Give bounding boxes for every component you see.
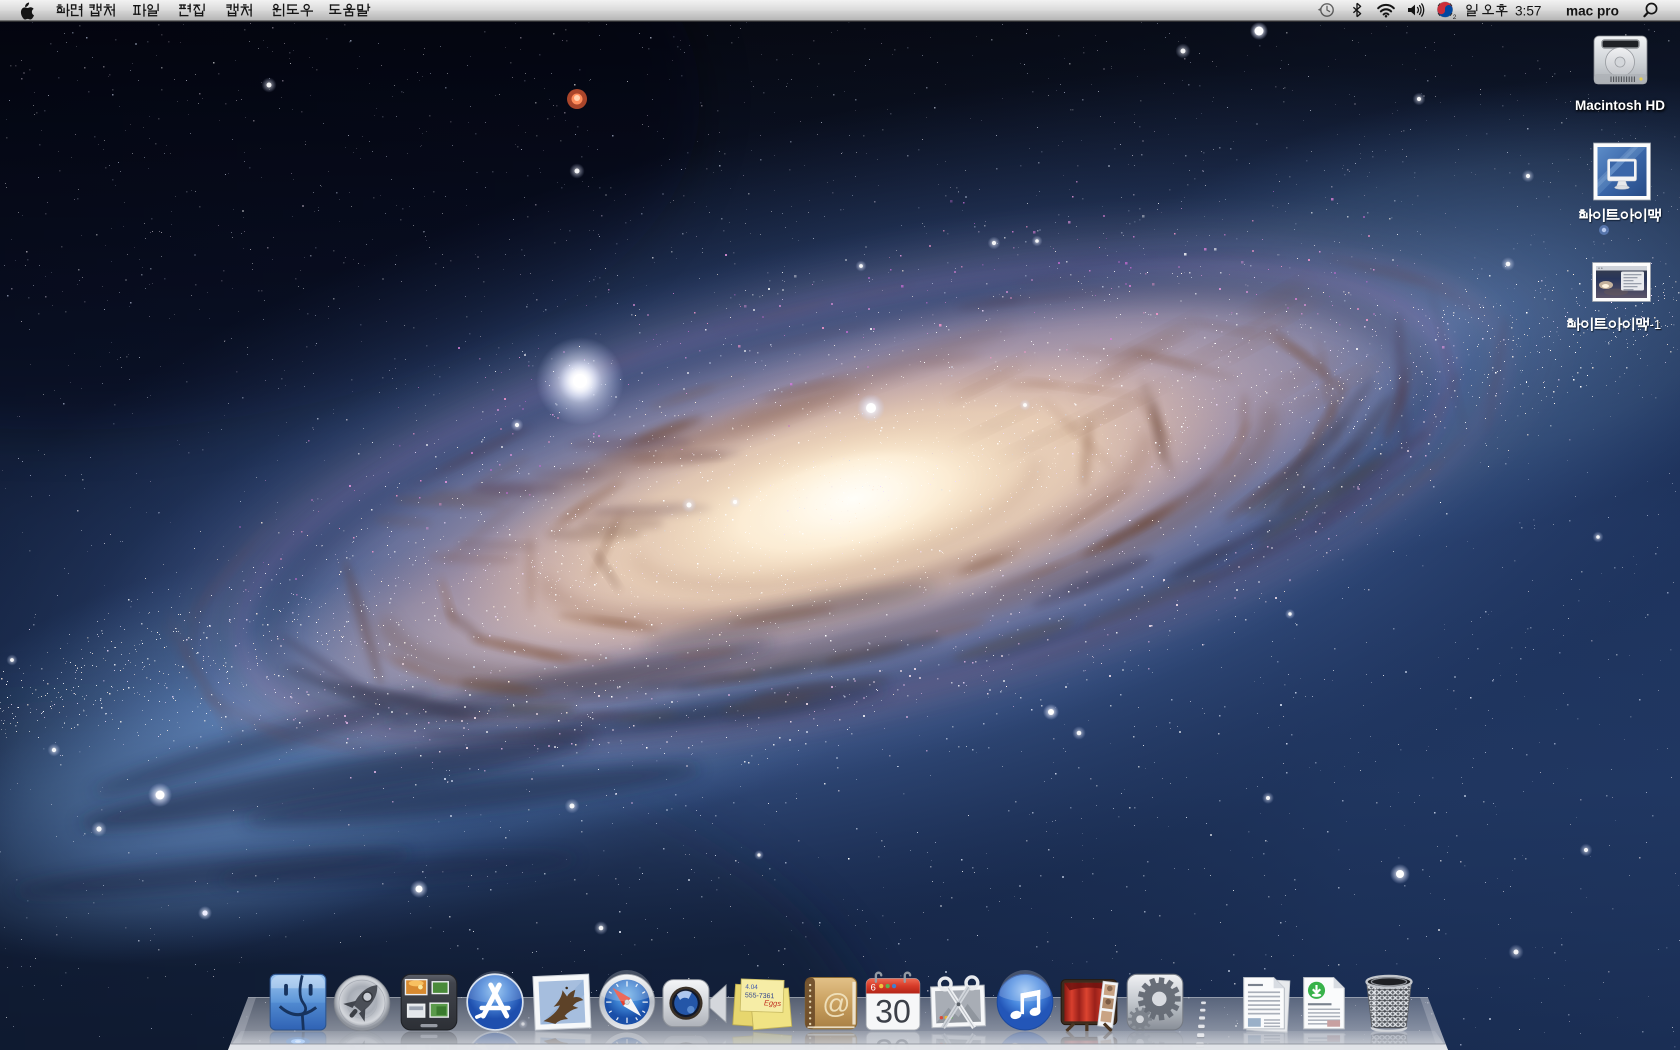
svg-text:3:57: 3:57 xyxy=(1515,3,1541,18)
svg-text:Macintosh HD: Macintosh HD xyxy=(1575,98,1665,113)
svg-text:mac pro: mac pro xyxy=(1566,3,1619,18)
svg-text:2: 2 xyxy=(1453,14,1457,21)
svg-text:-1: -1 xyxy=(1650,317,1662,332)
